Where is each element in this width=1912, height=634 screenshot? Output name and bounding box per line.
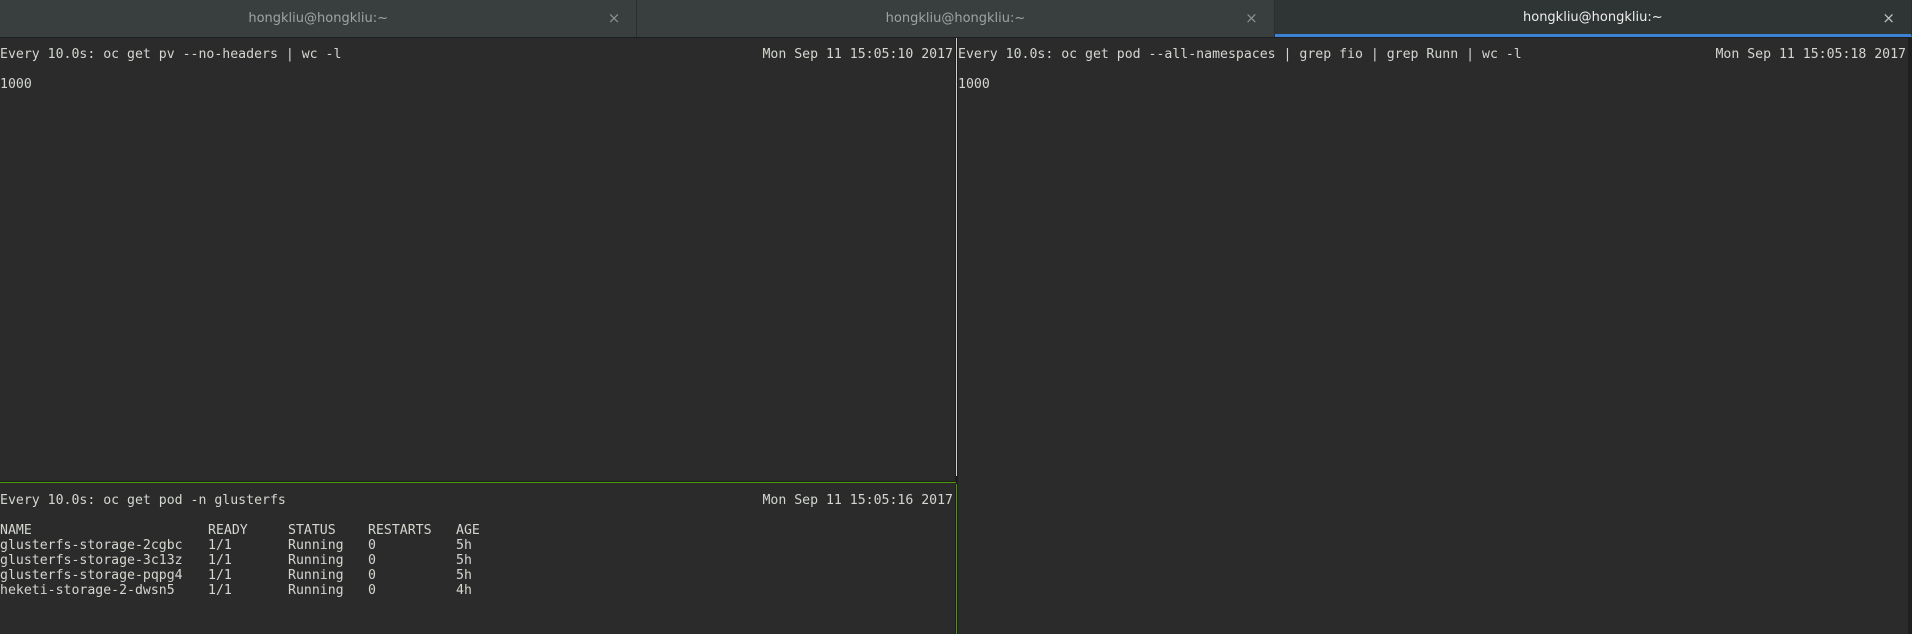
pod-status: Running [288, 568, 344, 583]
terminal-pane-top-left[interactable]: Every 10.0s: oc get pv --no-headers | wc… [0, 38, 955, 482]
horizontal-split-handle[interactable] [0, 481, 956, 483]
vertical-split-handle[interactable] [955, 38, 958, 634]
pod-restarts: 0 [368, 583, 376, 598]
pod-table: NAME READY STATUS RESTARTS AGE glusterfs… [0, 523, 955, 598]
pod-status: Running [288, 583, 344, 598]
watch-command: Every 10.0s: oc get pv --no-headers | wc… [0, 47, 342, 62]
tab-title: hongkliu@hongkliu:~ [1523, 9, 1663, 25]
terminal-pane-bottom-left[interactable]: Every 10.0s: oc get pod -n glusterfs Mon… [0, 484, 955, 634]
pod-status: Running [288, 553, 344, 568]
table-row: heketi-storage-2-dwsn5 1/1 Running 0 4h [0, 583, 516, 598]
terminal-pane-right[interactable]: Every 10.0s: oc get pod --all-namespaces… [958, 38, 1908, 634]
watch-timestamp: Mon Sep 11 15:05:18 2017 [1715, 47, 1906, 62]
pod-ready: 1/1 [208, 568, 232, 583]
pod-age: 4h [456, 583, 472, 598]
command-output: 1000 [0, 77, 32, 92]
pod-restarts: 0 [368, 568, 376, 583]
pod-restarts: 0 [368, 553, 376, 568]
column-header-restarts: RESTARTS [368, 523, 432, 538]
scrollbar[interactable] [1908, 38, 1912, 634]
active-split-highlight [956, 484, 957, 634]
pod-name: glusterfs-storage-2cgbc [0, 538, 183, 553]
pod-age: 5h [456, 568, 472, 583]
table-row: glusterfs-storage-2cgbc 1/1 Running 0 5h [0, 538, 516, 553]
pod-status: Running [288, 538, 344, 553]
pod-age: 5h [456, 538, 472, 553]
close-icon[interactable]: × [1245, 9, 1258, 27]
close-icon[interactable]: × [608, 9, 621, 27]
watch-header: Every 10.0s: oc get pod --all-namespaces… [958, 47, 1908, 62]
command-output: 1000 [958, 77, 990, 92]
pod-name: heketi-storage-2-dwsn5 [0, 583, 175, 598]
active-split-highlight [0, 482, 956, 483]
pod-name: glusterfs-storage-3c13z [0, 553, 183, 568]
watch-timestamp: Mon Sep 11 15:05:10 2017 [762, 47, 953, 62]
pod-ready: 1/1 [208, 538, 232, 553]
tab-bar: hongkliu@hongkliu:~ × hongkliu@hongkliu:… [0, 0, 1912, 38]
pod-restarts: 0 [368, 538, 376, 553]
table-row: glusterfs-storage-3c13z 1/1 Running 0 5h [0, 553, 516, 568]
table-row: glusterfs-storage-pqpg4 1/1 Running 0 5h [0, 568, 516, 583]
watch-command: Every 10.0s: oc get pod -n glusterfs [0, 493, 286, 508]
watch-header: Every 10.0s: oc get pv --no-headers | wc… [0, 47, 955, 62]
column-header-age: AGE [456, 523, 480, 538]
tab-title: hongkliu@hongkliu:~ [248, 11, 388, 26]
column-header-name: NAME [0, 523, 32, 538]
column-header-status: STATUS [288, 523, 336, 538]
pod-ready: 1/1 [208, 553, 232, 568]
tab-terminal-1[interactable]: hongkliu@hongkliu:~ × [0, 0, 638, 37]
tab-title: hongkliu@hongkliu:~ [885, 11, 1026, 26]
pod-name: glusterfs-storage-pqpg4 [0, 568, 183, 583]
watch-timestamp: Mon Sep 11 15:05:16 2017 [762, 493, 953, 508]
pod-table-header: NAME READY STATUS RESTARTS AGE [0, 523, 516, 538]
column-header-ready: READY [208, 523, 248, 538]
split-highlight [956, 38, 957, 476]
tab-terminal-3[interactable]: hongkliu@hongkliu:~ × [1274, 0, 1912, 37]
close-icon[interactable]: × [1882, 9, 1895, 27]
pod-ready: 1/1 [208, 583, 232, 598]
watch-command: Every 10.0s: oc get pod --all-namespaces… [958, 47, 1522, 62]
tab-terminal-2[interactable]: hongkliu@hongkliu:~ × [637, 0, 1275, 37]
pod-age: 5h [456, 553, 472, 568]
watch-header: Every 10.0s: oc get pod -n glusterfs Mon… [0, 493, 955, 508]
